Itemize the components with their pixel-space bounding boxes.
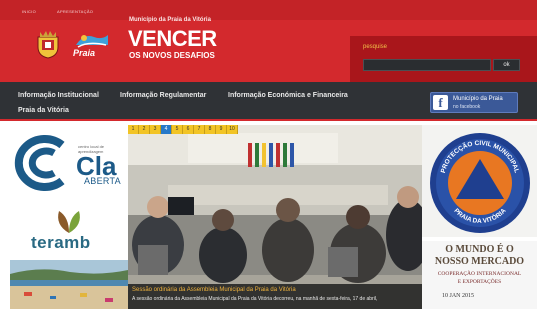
- banner-civil-protection[interactable]: PROTECÇÃO CIVIL MUNICIPAL PRAIA DA VITÓR…: [422, 125, 537, 237]
- slider-caption-title[interactable]: Sessão ordinária da Assembleia Municipal…: [132, 287, 296, 293]
- mercado-line2: NOSSO MERCADO: [434, 256, 525, 267]
- slider-caption[interactable]: Sessão ordinária da Assembleia Municipal…: [128, 284, 422, 309]
- beach-photo-icon: [10, 260, 128, 309]
- nav-item-institucional[interactable]: Informação Institucional: [18, 92, 99, 99]
- top-link-inicio[interactable]: INICIO: [22, 9, 36, 14]
- search-input[interactable]: [363, 59, 491, 71]
- slider-page-2[interactable]: 2: [139, 125, 150, 134]
- site-header: INICIO APRESENTAÇÃO Praia Município da P…: [0, 0, 537, 82]
- slider-page-4[interactable]: 4: [161, 125, 172, 134]
- slider-page-3[interactable]: 3: [150, 125, 161, 134]
- nav-item-economica[interactable]: Informação Económica e Financeira: [228, 92, 348, 99]
- coat-of-arms-icon[interactable]: [34, 29, 62, 59]
- nav-item-praia-vitoria[interactable]: Praia da Vitória: [18, 107, 69, 114]
- slider-pager: 1 2 3 4 5 6 7 8 9 10: [128, 125, 238, 134]
- slogan-sub: OS NOVOS DESAFIOS: [129, 51, 215, 60]
- slider-page-7[interactable]: 7: [194, 125, 205, 134]
- facebook-sublabel: no facebook: [453, 104, 481, 110]
- slider-page-1[interactable]: 1: [128, 125, 139, 134]
- meeting-photo-icon: [128, 125, 422, 309]
- slider-page-6[interactable]: 6: [183, 125, 194, 134]
- praia-brand-text: Praia: [73, 48, 96, 58]
- slogan-main: VENCER: [128, 26, 217, 51]
- search-button[interactable]: ok: [493, 59, 520, 71]
- right-banner-column: PROTECÇÃO CIVIL MUNICIPAL PRAIA DA VITÓR…: [422, 125, 537, 309]
- mercado-line1: O MUNDO É O: [445, 244, 514, 255]
- banner-beach-photo[interactable]: [10, 260, 128, 309]
- news-slider[interactable]: 1 2 3 4 5 6 7 8 9 10 Sessão ordinária da…: [128, 125, 422, 309]
- civil-protection-emblem-icon: PROTECÇÃO CIVIL MUNICIPAL PRAIA DA VITÓR…: [430, 133, 530, 233]
- mercado-line3: COOPERAÇÃO INTERNACIONAL: [437, 271, 522, 277]
- top-strip: INICIO APRESENTAÇÃO: [0, 0, 537, 20]
- facebook-button[interactable]: f Município da Praia no facebook: [430, 92, 518, 113]
- ccla-subtitle: ABERTA: [84, 176, 121, 186]
- nav-item-regulamentar[interactable]: Informação Regulamentar: [120, 92, 206, 99]
- slider-page-5[interactable]: 5: [172, 125, 183, 134]
- ccla-logo-icon: [14, 135, 65, 191]
- search-label: pesquise: [363, 44, 388, 50]
- banner-mundo-mercado[interactable]: O MUNDO É O NOSSO MERCADO COOPERAÇÃO INT…: [422, 241, 537, 309]
- leaf-icon: [58, 211, 80, 233]
- left-banner-column: centro local de aprendizagem Cla ABERTA …: [10, 127, 128, 309]
- facebook-icon: f: [433, 95, 448, 110]
- banner-teramb[interactable]: teramb: [10, 207, 128, 257]
- mercado-line4: E EXPORTAÇÕES: [457, 279, 502, 285]
- slider-caption-text: A sessão ordinária da Assembleia Municip…: [132, 296, 378, 302]
- mercado-date: 10 JAN 2015: [442, 293, 475, 299]
- slider-page-9[interactable]: 9: [216, 125, 227, 134]
- slider-page-10[interactable]: 10: [227, 125, 238, 134]
- slider-page-8[interactable]: 8: [205, 125, 216, 134]
- facebook-label: Município da Praia: [453, 96, 503, 102]
- top-link-apresentacao[interactable]: APRESENTAÇÃO: [57, 9, 93, 14]
- municipality-name: Município da Praia da Vitória: [129, 17, 211, 23]
- banner-ccla[interactable]: centro local de aprendizagem Cla ABERTA: [10, 133, 128, 193]
- teramb-title: teramb: [31, 233, 91, 252]
